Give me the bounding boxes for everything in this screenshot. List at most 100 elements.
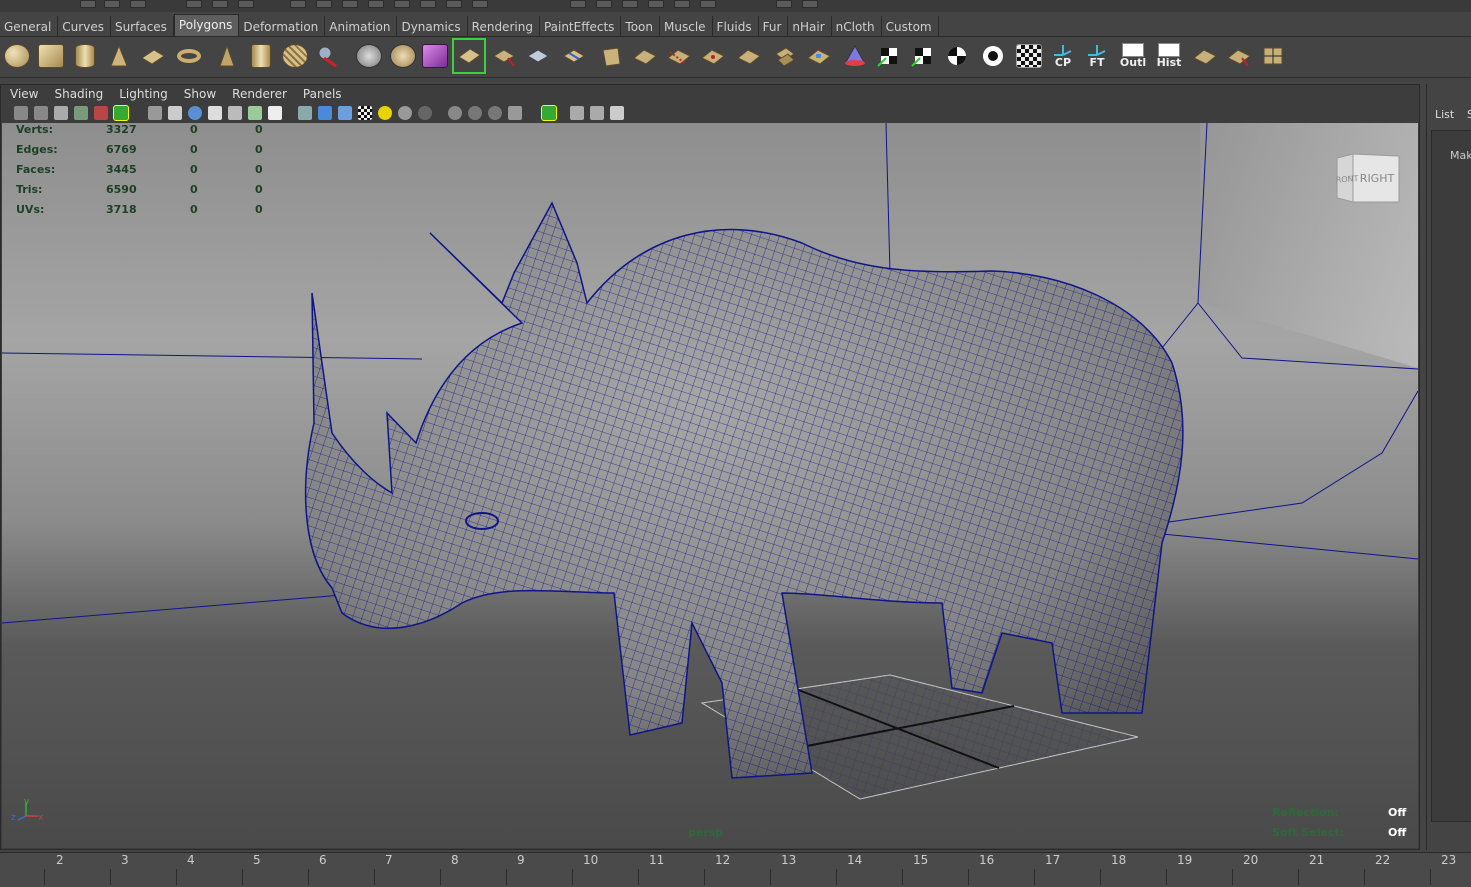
tab-curves[interactable]: Curves bbox=[58, 16, 111, 36]
cut-faces-icon[interactable] bbox=[664, 40, 694, 72]
tab-fur[interactable]: Fur bbox=[759, 16, 789, 36]
camera-attributes-icon[interactable] bbox=[94, 106, 108, 120]
tab-animation[interactable]: Animation bbox=[325, 16, 398, 36]
poly-prism-icon[interactable] bbox=[212, 40, 242, 72]
tab-list[interactable]: List bbox=[1435, 108, 1454, 121]
history-icon[interactable]: Hist bbox=[1154, 40, 1184, 72]
smooth-icon[interactable] bbox=[388, 40, 418, 72]
hdr-icon[interactable] bbox=[508, 106, 522, 120]
menu-view[interactable]: View bbox=[2, 85, 46, 103]
toolbar-button[interactable] bbox=[622, 0, 638, 8]
tab-rendering[interactable]: Rendering bbox=[468, 16, 540, 36]
uv-spherical-icon[interactable] bbox=[942, 40, 972, 72]
bridge-icon[interactable] bbox=[452, 38, 486, 74]
uv-automatic-icon[interactable] bbox=[978, 40, 1008, 72]
xray-joints-icon[interactable] bbox=[338, 106, 352, 120]
uv-editor-icon[interactable] bbox=[1014, 40, 1044, 72]
grid-toggle-icon[interactable] bbox=[113, 105, 129, 121]
toolbar-button[interactable] bbox=[290, 0, 306, 8]
chamfer-icon[interactable] bbox=[804, 40, 834, 72]
shelf-tool-icon[interactable] bbox=[1258, 40, 1288, 72]
toolbar-button[interactable] bbox=[104, 0, 120, 8]
split-polygon-icon[interactable] bbox=[524, 40, 554, 72]
poly-cone-icon[interactable] bbox=[104, 40, 134, 72]
toolbar-button[interactable] bbox=[674, 0, 690, 8]
toolbar-button[interactable] bbox=[776, 0, 792, 8]
rhino-model[interactable] bbox=[304, 201, 1184, 779]
extrude-icon[interactable] bbox=[420, 40, 450, 72]
toolbar-button[interactable] bbox=[212, 0, 228, 8]
toolbar-button[interactable] bbox=[420, 0, 436, 8]
poly-cylinder-icon[interactable] bbox=[70, 40, 100, 72]
uv-planar-icon[interactable] bbox=[874, 40, 904, 72]
tab-polygons[interactable]: Polygons bbox=[173, 14, 240, 36]
toolbar-button[interactable] bbox=[130, 0, 146, 8]
tab-painteffects[interactable]: PaintEffects bbox=[540, 16, 622, 36]
menu-lighting[interactable]: Lighting bbox=[111, 85, 176, 103]
combine-icon[interactable] bbox=[314, 40, 344, 72]
poly-cube-icon[interactable] bbox=[36, 40, 66, 72]
ft-icon[interactable]: FT bbox=[1082, 40, 1112, 72]
view-cube[interactable]: FRONT RIGHT bbox=[1331, 152, 1401, 208]
toolbar-button[interactable] bbox=[80, 0, 96, 8]
time-slider[interactable]: 2 3 4 5 6 7 8 9 10 11 12 13 14 15 16 17 … bbox=[0, 852, 1471, 887]
tab-s[interactable]: S bbox=[1467, 108, 1471, 121]
toolbar-button[interactable] bbox=[342, 0, 358, 8]
shadows-icon[interactable] bbox=[398, 106, 412, 120]
outliner-icon[interactable]: Outl bbox=[1118, 40, 1148, 72]
select-camera-icon[interactable] bbox=[14, 106, 28, 120]
menu-show[interactable]: Show bbox=[176, 85, 224, 103]
toolbar-button[interactable] bbox=[700, 0, 716, 8]
textured-icon[interactable] bbox=[248, 106, 262, 120]
lights-icon[interactable] bbox=[378, 106, 392, 120]
uv-cylindrical-icon[interactable] bbox=[908, 40, 938, 72]
collapse-icon[interactable] bbox=[698, 40, 728, 72]
menu-panels[interactable]: Panels bbox=[295, 85, 350, 103]
tab-nhair[interactable]: nHair bbox=[788, 16, 832, 36]
poly-sphere-icon[interactable] bbox=[2, 40, 32, 72]
xray-icon[interactable] bbox=[318, 106, 332, 120]
tab-fluids[interactable]: Fluids bbox=[713, 16, 759, 36]
lock-camera-icon[interactable] bbox=[34, 106, 48, 120]
insert-edge-loop-icon[interactable] bbox=[560, 40, 590, 72]
tab-surfaces[interactable]: Surfaces bbox=[111, 16, 174, 36]
toolbar-button[interactable] bbox=[596, 0, 612, 8]
menu-renderer[interactable]: Renderer bbox=[224, 85, 295, 103]
toolbar-button[interactable] bbox=[570, 0, 586, 8]
tab-deformation[interactable]: Deformation bbox=[239, 16, 326, 36]
resolution-gate-icon[interactable] bbox=[590, 106, 604, 120]
safe-area-icon[interactable] bbox=[610, 106, 624, 120]
image-plane-icon[interactable] bbox=[74, 106, 88, 120]
create-uv-icon[interactable] bbox=[840, 40, 870, 72]
toolbar-button[interactable] bbox=[472, 0, 488, 8]
bounding-box-icon[interactable] bbox=[208, 106, 222, 120]
tab-dynamics[interactable]: Dynamics bbox=[397, 16, 468, 36]
menu-shading[interactable]: Shading bbox=[46, 85, 111, 103]
poly-helix-icon[interactable] bbox=[280, 40, 310, 72]
tab-ncloth[interactable]: nCloth bbox=[832, 16, 882, 36]
poly-plane-icon[interactable] bbox=[138, 40, 168, 72]
shelf-tool-icon[interactable] bbox=[1224, 40, 1254, 72]
poly-pipe-icon[interactable] bbox=[246, 40, 276, 72]
toolbar-button[interactable] bbox=[648, 0, 664, 8]
perspective-viewport[interactable] bbox=[2, 123, 1418, 848]
checker-icon[interactable] bbox=[358, 106, 372, 120]
toolbar-button[interactable] bbox=[394, 0, 410, 8]
tab-general[interactable]: General bbox=[0, 16, 59, 36]
tab-custom[interactable]: Custom bbox=[882, 16, 939, 36]
tab-muscle[interactable]: Muscle bbox=[660, 16, 713, 36]
flat-shade-icon[interactable] bbox=[188, 106, 202, 120]
toolbar-button[interactable] bbox=[316, 0, 332, 8]
poly-torus-icon[interactable] bbox=[174, 40, 204, 72]
shelf-tool-icon[interactable] bbox=[1190, 40, 1220, 72]
ambient-occlusion-icon[interactable] bbox=[418, 106, 432, 120]
depth-of-field-icon[interactable] bbox=[488, 106, 502, 120]
smooth-shade-icon[interactable] bbox=[168, 106, 182, 120]
points-icon[interactable] bbox=[228, 106, 242, 120]
isolate-icon[interactable] bbox=[298, 106, 312, 120]
wedge-icon[interactable] bbox=[734, 40, 764, 72]
film-gate-icon[interactable] bbox=[570, 106, 584, 120]
offset-edge-loop-icon[interactable] bbox=[596, 40, 626, 72]
tab-toon[interactable]: Toon bbox=[621, 16, 661, 36]
antialias-icon[interactable] bbox=[468, 106, 482, 120]
